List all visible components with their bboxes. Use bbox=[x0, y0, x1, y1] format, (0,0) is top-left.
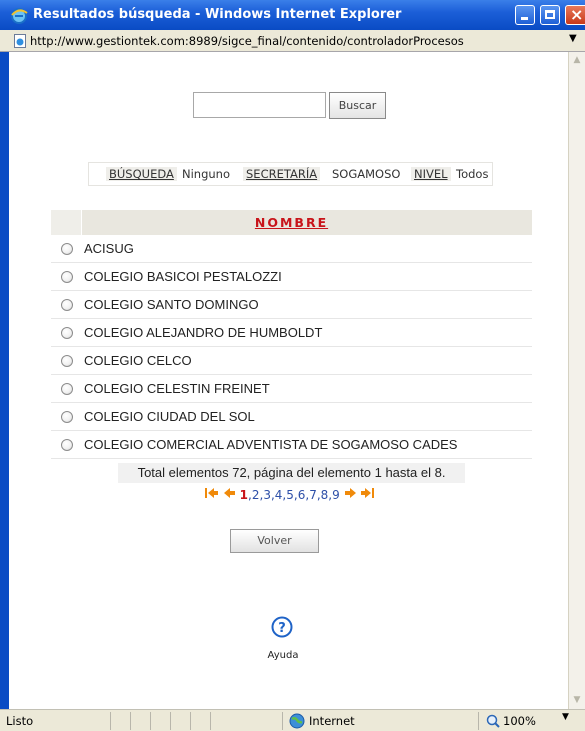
status-divider bbox=[170, 712, 171, 730]
page-link[interactable]: 5 bbox=[286, 488, 294, 502]
window-frame-left bbox=[0, 52, 9, 709]
row-radio[interactable] bbox=[61, 299, 73, 311]
ie-icon bbox=[11, 8, 28, 24]
next-page-icon[interactable] bbox=[344, 487, 357, 499]
page-link[interactable]: 7 bbox=[309, 488, 317, 502]
pagination-summary: Total elementos 72, página del elemento … bbox=[118, 463, 465, 483]
back-button[interactable]: Volver bbox=[230, 529, 319, 553]
security-zone: Internet bbox=[309, 714, 355, 728]
search-input[interactable] bbox=[193, 92, 326, 118]
prev-page-icon[interactable] bbox=[223, 487, 236, 499]
last-page-icon[interactable] bbox=[360, 487, 375, 499]
maximize-icon[interactable] bbox=[540, 5, 560, 25]
filter-label-busqueda[interactable]: BÚSQUEDA bbox=[106, 167, 177, 181]
status-divider bbox=[130, 712, 131, 730]
window-titlebar: Resultados búsqueda - Windows Internet E… bbox=[0, 0, 585, 30]
filter-label-secretaria[interactable]: SECRETARÍA bbox=[243, 167, 321, 181]
status-divider bbox=[110, 712, 111, 730]
table-header: NOMBRE bbox=[51, 210, 532, 235]
table-row[interactable]: ACISUG bbox=[51, 235, 532, 263]
zoom-icon[interactable] bbox=[486, 714, 500, 728]
page-icon bbox=[14, 34, 26, 48]
table-row[interactable]: COLEGIO COMERCIAL ADVENTISTA DE SOGAMOSO… bbox=[51, 431, 532, 459]
scroll-up-icon[interactable]: ▲ bbox=[569, 52, 585, 69]
first-page-icon[interactable] bbox=[205, 487, 219, 499]
page-link[interactable]: 8 bbox=[321, 488, 329, 502]
status-text: Listo bbox=[6, 714, 34, 728]
page-link[interactable]: 9 bbox=[332, 488, 340, 502]
row-name: COLEGIO CELCO bbox=[84, 353, 192, 368]
table-row[interactable]: COLEGIO CELESTIN FREINET bbox=[51, 375, 532, 403]
row-radio[interactable] bbox=[61, 243, 73, 255]
status-divider bbox=[210, 712, 211, 730]
status-divider bbox=[150, 712, 151, 730]
row-radio[interactable] bbox=[61, 411, 73, 423]
svg-text:?: ? bbox=[278, 621, 286, 636]
column-header-nombre[interactable]: NOMBRE bbox=[51, 215, 532, 230]
page-link[interactable]: 2 bbox=[252, 488, 260, 502]
zoom-dropdown-icon[interactable]: ▼ bbox=[562, 712, 569, 722]
page-content: Buscar BÚSQUEDA Ninguno SECRETARÍA SOGAM… bbox=[9, 52, 568, 709]
address-dropdown-icon[interactable]: ▼ bbox=[569, 33, 585, 49]
filter-value-secretaria: SOGAMOSO bbox=[332, 167, 401, 181]
window-title: Resultados búsqueda - Windows Internet E… bbox=[33, 7, 402, 22]
page-links: 1,2,3,4,5,6,7,8,9 bbox=[239, 488, 340, 502]
pagination: 1,2,3,4,5,6,7,8,9 bbox=[205, 484, 375, 502]
row-name: COLEGIO COMERCIAL ADVENTISTA DE SOGAMOSO… bbox=[84, 437, 458, 452]
table-row[interactable]: COLEGIO SANTO DOMINGO bbox=[51, 291, 532, 319]
row-name: COLEGIO CIUDAD DEL SOL bbox=[84, 409, 255, 424]
help-label[interactable]: Ayuda bbox=[261, 650, 305, 661]
row-radio[interactable] bbox=[61, 327, 73, 339]
page-link[interactable]: 4 bbox=[275, 488, 283, 502]
status-divider bbox=[478, 712, 479, 730]
filter-value-nivel: Todos bbox=[456, 167, 489, 181]
table-row[interactable]: COLEGIO CIUDAD DEL SOL bbox=[51, 403, 532, 431]
table-row[interactable]: COLEGIO CELCO bbox=[51, 347, 532, 375]
status-divider bbox=[282, 712, 283, 730]
page-link[interactable]: 6 bbox=[298, 488, 306, 502]
page-link[interactable]: 3 bbox=[263, 488, 271, 502]
row-radio[interactable] bbox=[61, 439, 73, 451]
row-name: COLEGIO BASICOI PESTALOZZI bbox=[84, 269, 282, 284]
globe-icon bbox=[289, 713, 305, 729]
current-page: 1 bbox=[239, 488, 249, 502]
filter-label-nivel[interactable]: NIVEL bbox=[411, 167, 451, 181]
scroll-down-icon[interactable]: ▼ bbox=[569, 692, 585, 709]
status-divider bbox=[190, 712, 191, 730]
zoom-level[interactable]: 100% bbox=[503, 714, 536, 728]
help-icon[interactable]: ? bbox=[271, 616, 293, 638]
results-table: NOMBRE ACISUG COLEGIO BASICOI PESTALOZZI… bbox=[51, 210, 532, 459]
table-row[interactable]: COLEGIO BASICOI PESTALOZZI bbox=[51, 263, 532, 291]
row-radio[interactable] bbox=[61, 383, 73, 395]
filter-value-busqueda: Ninguno bbox=[182, 167, 230, 181]
filter-summary: BÚSQUEDA Ninguno SECRETARÍA SOGAMOSO NIV… bbox=[88, 162, 493, 186]
search-button[interactable]: Buscar bbox=[329, 92, 386, 119]
vertical-scrollbar[interactable]: ▲ ▼ bbox=[568, 52, 585, 709]
address-bar: http://www.gestiontek.com:8989/sigce_fin… bbox=[0, 30, 585, 52]
address-url[interactable]: http://www.gestiontek.com:8989/sigce_fin… bbox=[30, 34, 464, 48]
close-icon[interactable]: × bbox=[565, 5, 585, 25]
table-row[interactable]: COLEGIO ALEJANDRO DE HUMBOLDT bbox=[51, 319, 532, 347]
row-name: COLEGIO SANTO DOMINGO bbox=[84, 297, 259, 312]
row-name: ACISUG bbox=[84, 241, 134, 256]
row-name: COLEGIO CELESTIN FREINET bbox=[84, 381, 270, 396]
minimize-icon[interactable] bbox=[515, 5, 535, 25]
row-radio[interactable] bbox=[61, 271, 73, 283]
row-name: COLEGIO ALEJANDRO DE HUMBOLDT bbox=[84, 325, 323, 340]
row-radio[interactable] bbox=[61, 355, 73, 367]
status-bar: Listo Internet 100% ▼ bbox=[0, 709, 585, 731]
